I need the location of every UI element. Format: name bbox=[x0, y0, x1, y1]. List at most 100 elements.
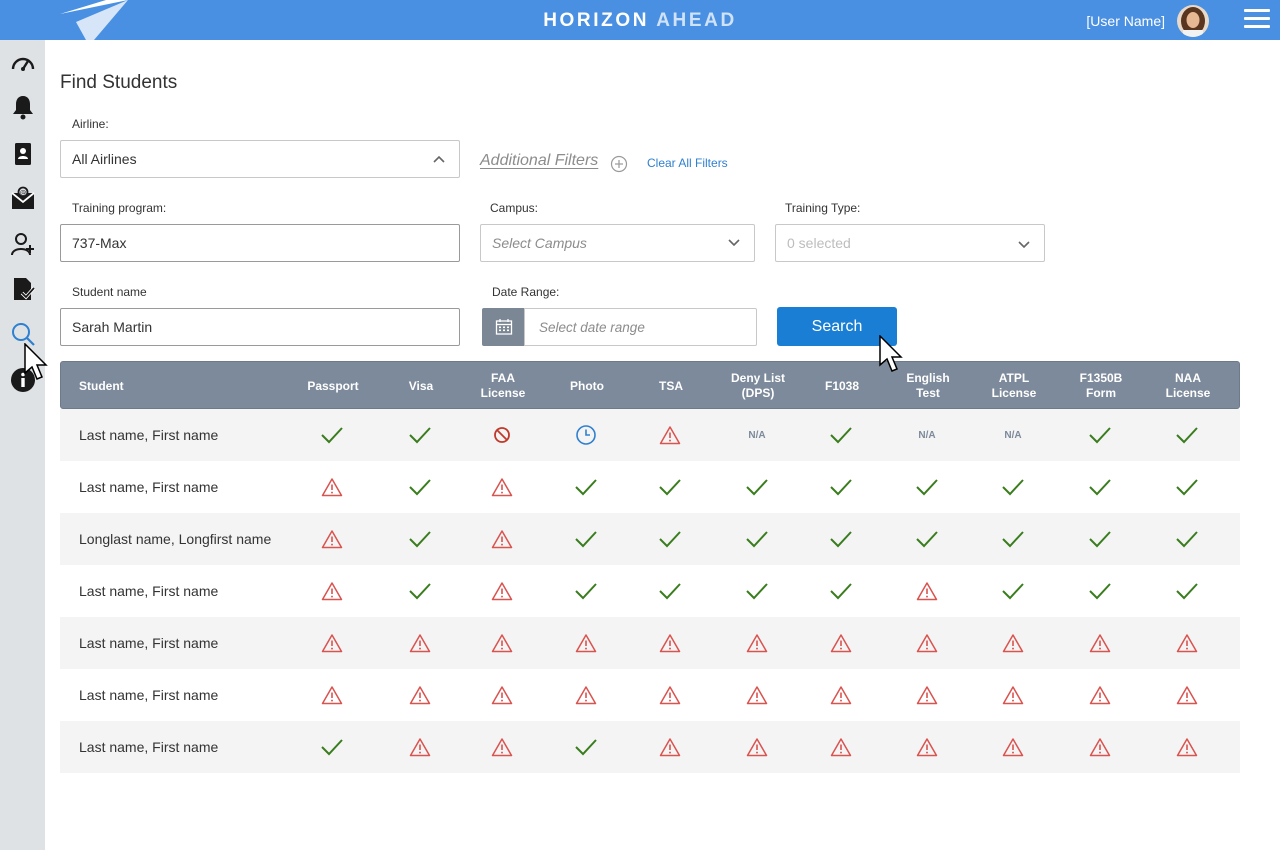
brand-word-ahead: AHEAD bbox=[656, 10, 737, 31]
check-icon bbox=[575, 531, 597, 548]
additional-filters-link[interactable]: Additional Filters bbox=[480, 152, 598, 170]
column-header-passport[interactable]: Passport bbox=[289, 362, 377, 410]
date-range-label: Date Range: bbox=[492, 285, 560, 299]
na-label: N/A bbox=[748, 429, 766, 441]
warning-icon bbox=[575, 634, 597, 653]
check-icon bbox=[1002, 479, 1024, 496]
airline-select[interactable]: All Airlines bbox=[60, 140, 460, 178]
status-cell-faa bbox=[460, 565, 544, 617]
training-program-input[interactable]: 737-Max bbox=[60, 224, 460, 262]
student-name-cell[interactable]: Last name, First name bbox=[79, 669, 218, 721]
warning-icon bbox=[575, 686, 597, 705]
warning-icon bbox=[916, 738, 938, 757]
search-icon[interactable] bbox=[8, 319, 37, 349]
hamburger-menu-icon[interactable] bbox=[1244, 9, 1270, 33]
bell-icon[interactable] bbox=[8, 92, 37, 122]
warning-icon bbox=[659, 634, 681, 653]
column-header-f1038[interactable]: F1038 bbox=[801, 362, 883, 410]
student-name-input[interactable]: Sarah Martin bbox=[60, 308, 460, 346]
document-check-icon[interactable] bbox=[8, 274, 37, 304]
column-header-faa[interactable]: FAA License bbox=[461, 362, 545, 410]
warning-icon bbox=[1089, 738, 1111, 757]
status-cell-naa bbox=[1142, 565, 1232, 617]
status-cell-passport bbox=[288, 565, 376, 617]
status-cell-photo bbox=[544, 669, 628, 721]
check-icon bbox=[409, 583, 431, 600]
campus-label: Campus: bbox=[490, 201, 539, 215]
search-button[interactable]: Search bbox=[777, 307, 897, 346]
column-header-deny[interactable]: Deny List (DPS) bbox=[713, 362, 803, 410]
info-icon[interactable] bbox=[8, 365, 37, 395]
status-cell-faa bbox=[460, 617, 544, 669]
column-header-student[interactable]: Student bbox=[79, 362, 279, 410]
contact-book-icon[interactable] bbox=[8, 139, 37, 169]
column-header-f1350b[interactable]: F1350B Form bbox=[1059, 362, 1143, 410]
column-header-visa[interactable]: Visa bbox=[381, 362, 461, 410]
speedometer-icon[interactable] bbox=[8, 49, 37, 79]
date-range-input[interactable]: Select date range bbox=[524, 308, 757, 346]
status-cell-naa bbox=[1142, 513, 1232, 565]
check-icon bbox=[659, 531, 681, 548]
student-name-cell[interactable]: Last name, First name bbox=[79, 565, 218, 617]
table-row[interactable]: Longlast name, Longfirst name bbox=[60, 513, 1240, 565]
student-name-cell[interactable]: Last name, First name bbox=[79, 461, 218, 513]
check-icon bbox=[409, 531, 431, 548]
status-cell-f1350b bbox=[1058, 669, 1142, 721]
chevron-down-icon bbox=[728, 239, 740, 247]
user-name[interactable]: [User Name] bbox=[1040, 0, 1165, 40]
plus-circle-icon[interactable] bbox=[610, 155, 628, 173]
table-row[interactable]: Last name, First name bbox=[60, 461, 1240, 513]
add-user-icon[interactable] bbox=[8, 229, 37, 259]
calendar-icon[interactable] bbox=[482, 308, 525, 346]
column-header-tsa[interactable]: TSA bbox=[631, 362, 711, 410]
column-header-english[interactable]: English Test bbox=[883, 362, 973, 410]
table-row[interactable]: Last name, First name N/A N/A N/A bbox=[60, 409, 1240, 461]
status-cell-visa bbox=[380, 669, 460, 721]
status-cell-naa bbox=[1142, 461, 1232, 513]
warning-icon bbox=[746, 634, 768, 653]
training-program-value: 737-Max bbox=[72, 235, 127, 251]
status-cell-photo bbox=[544, 721, 628, 773]
warning-icon bbox=[916, 686, 938, 705]
table-row[interactable]: Last name, First name bbox=[60, 565, 1240, 617]
warning-icon bbox=[1002, 738, 1024, 757]
status-cell-visa bbox=[380, 721, 460, 773]
status-cell-deny: N/A bbox=[712, 409, 802, 461]
column-header-atpl[interactable]: ATPL License bbox=[971, 362, 1057, 410]
warning-icon bbox=[1089, 634, 1111, 653]
status-cell-atpl bbox=[970, 669, 1056, 721]
status-cell-passport bbox=[288, 409, 376, 461]
status-cell-naa bbox=[1142, 721, 1232, 773]
table-row[interactable]: Last name, First name bbox=[60, 721, 1240, 773]
status-cell-naa bbox=[1142, 617, 1232, 669]
status-cell-english: N/A bbox=[882, 409, 972, 461]
status-cell-english bbox=[882, 669, 972, 721]
student-name-cell[interactable]: Last name, First name bbox=[79, 617, 218, 669]
student-name-value: Sarah Martin bbox=[72, 319, 153, 335]
column-header-photo[interactable]: Photo bbox=[545, 362, 629, 410]
student-name-cell[interactable]: Last name, First name bbox=[79, 721, 218, 773]
svg-text:@: @ bbox=[19, 188, 26, 196]
student-name-cell[interactable]: Last name, First name bbox=[79, 409, 218, 461]
check-icon bbox=[746, 479, 768, 496]
avatar[interactable] bbox=[1177, 5, 1209, 37]
training-type-placeholder: 0 selected bbox=[787, 235, 851, 251]
check-icon bbox=[916, 531, 938, 548]
table-row[interactable]: Last name, First name bbox=[60, 617, 1240, 669]
check-icon bbox=[830, 479, 852, 496]
mail-icon[interactable]: @ bbox=[8, 184, 37, 214]
status-cell-f1350b bbox=[1058, 409, 1142, 461]
training-type-select[interactable]: 0 selected bbox=[775, 224, 1045, 262]
column-header-naa[interactable]: NAA License bbox=[1143, 362, 1233, 410]
clear-all-filters-link[interactable]: Clear All Filters bbox=[647, 156, 728, 170]
status-cell-faa bbox=[460, 513, 544, 565]
table-row[interactable]: Last name, First name bbox=[60, 669, 1240, 721]
student-name-cell[interactable]: Longlast name, Longfirst name bbox=[79, 513, 271, 565]
check-icon bbox=[1089, 479, 1111, 496]
check-icon bbox=[575, 479, 597, 496]
warning-icon bbox=[830, 634, 852, 653]
status-cell-deny bbox=[712, 721, 802, 773]
campus-select[interactable]: Select Campus bbox=[480, 224, 755, 262]
check-icon bbox=[746, 531, 768, 548]
status-cell-tsa bbox=[630, 513, 710, 565]
